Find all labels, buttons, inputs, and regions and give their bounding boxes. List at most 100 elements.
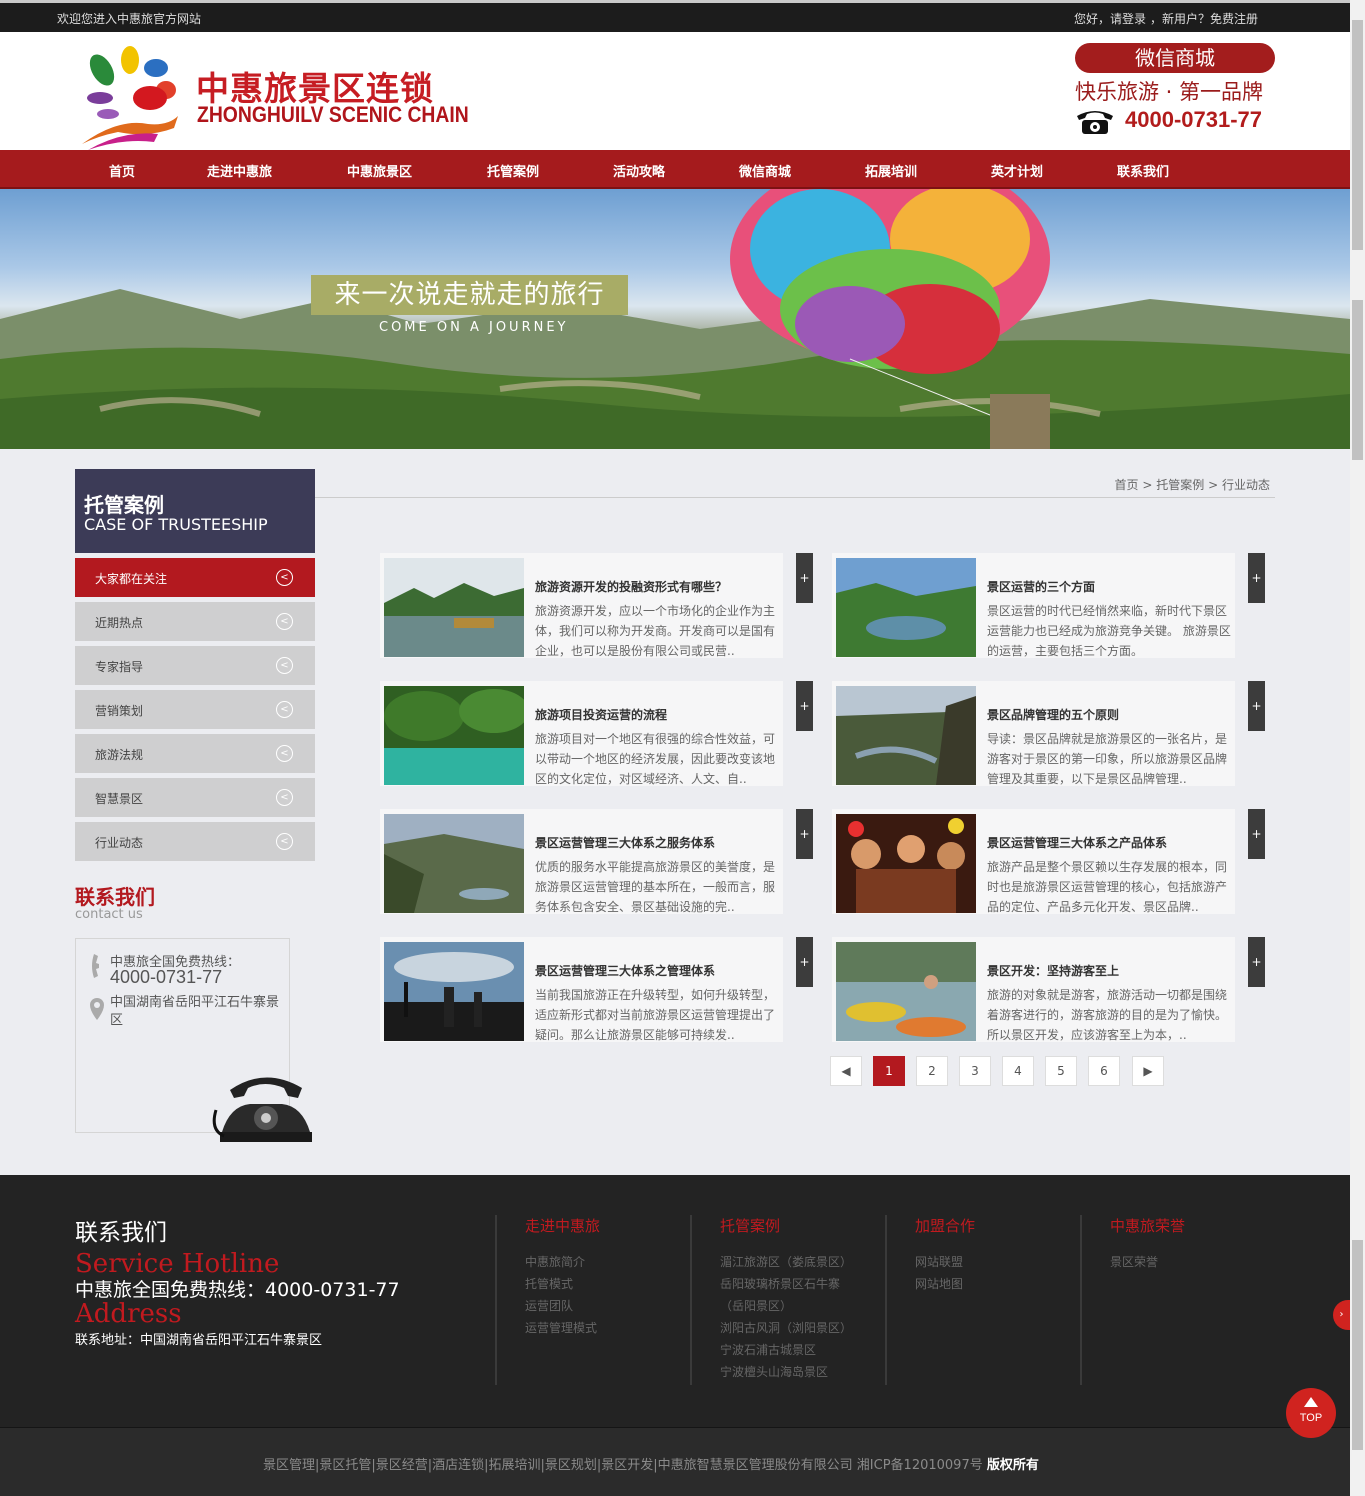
footer-address: 联系地址：中国湖南省岳阳平江石牛寨景区 — [75, 1333, 323, 1348]
breadcrumb-home[interactable]: 首页 — [1115, 478, 1139, 492]
scrollbar-thumb[interactable] — [1352, 20, 1363, 250]
sidebar-header: 托管案例 CASE OF TRUSTEESHIP — [75, 469, 315, 553]
footer-link[interactable]: 湄江旅游区（娄底景区） — [720, 1251, 852, 1273]
article-card[interactable]: 景区开发：坚持游客至上 旅游的对象就是游客，旅游活动一切都是围绕着游客进行的，游… — [832, 937, 1265, 1042]
page-4[interactable]: 4 — [1002, 1056, 1034, 1086]
footer-link[interactable]: 景区荣誉 — [1110, 1251, 1185, 1273]
footer-link[interactable]: 托管模式 — [525, 1273, 600, 1295]
footer-hotline: 中惠旅全国免费热线：4000-0731-77 — [75, 1279, 400, 1301]
slogan: 快乐旅游 · 第一品牌 — [1075, 80, 1264, 104]
article-card[interactable]: 景区运营管理三大体系之服务体系 优质的服务水平能提高旅游景区的美誉度，是旅游景区… — [380, 809, 813, 914]
sidebar-item-expert[interactable]: 专家指导 < — [75, 646, 315, 685]
footer-divider — [1080, 1215, 1082, 1385]
logo-icon[interactable] — [78, 46, 188, 156]
article-summary: 景区运营的时代已经悄然来临，新时代下景区运营能力也已经成为旅游竞争关键。 旅游景… — [987, 604, 1231, 658]
footer-link[interactable]: 宁波石浦古城景区 — [720, 1339, 852, 1361]
article-title[interactable]: 旅游项目投资运营的流程 — [535, 706, 667, 723]
footer-link[interactable]: 浏阳古风洞（浏阳景区） — [720, 1317, 852, 1339]
article-thumbnail — [836, 814, 976, 913]
article-card[interactable]: 景区运营的三个方面 景区运营的时代已经悄然来临，新时代下景区运营能力也已经成为旅… — [832, 553, 1265, 658]
article-thumbnail — [836, 558, 976, 657]
footer-col-cases: 托管案例 湄江旅游区（娄底景区） 岳阳玻璃桥景区石牛寨 （岳阳景区） 浏阳古风洞… — [720, 1215, 852, 1383]
rights-text: 版权所有 — [986, 1458, 1039, 1473]
footer-link[interactable]: 宁波檀头山海岛景区 — [720, 1361, 852, 1383]
nav-training[interactable]: 拓展培训 — [865, 161, 917, 180]
footer-link[interactable]: 岳阳玻璃桥景区石牛寨 — [720, 1273, 852, 1295]
article-title[interactable]: 景区运营管理三大体系之管理体系 — [535, 962, 715, 979]
nav-talent[interactable]: 英才计划 — [991, 161, 1043, 180]
next-page-button[interactable]: ▶ — [1132, 1056, 1164, 1086]
article-title[interactable]: 景区开发：坚持游客至上 — [987, 962, 1119, 979]
footer-link[interactable]: 运营管理模式 — [525, 1317, 600, 1339]
sidebar-item-industry[interactable]: 行业动态 < — [75, 822, 315, 861]
scrollbar[interactable] — [1350, 0, 1365, 1496]
expand-button[interactable]: + — [796, 681, 813, 731]
sidebar-item-attention[interactable]: 大家都在关注 < — [75, 558, 315, 597]
sidebar-item-smart[interactable]: 智慧景区 < — [75, 778, 315, 817]
breadcrumb-section[interactable]: 托管案例 — [1156, 478, 1204, 492]
footer-link[interactable]: 中惠旅简介 — [525, 1251, 600, 1273]
article-title[interactable]: 旅游资源开发的投融资形式有哪些？ — [535, 578, 727, 595]
sidebar-item-law[interactable]: 旅游法规 < — [75, 734, 315, 773]
footer-link[interactable]: 运营团队 — [525, 1295, 600, 1317]
breadcrumb-sep: > — [1142, 478, 1153, 492]
register-link[interactable]: 免费注册 — [1210, 12, 1258, 26]
sidebar-item-hot[interactable]: 近期热点 < — [75, 602, 315, 641]
nav-scenic[interactable]: 中惠旅景区 — [347, 161, 412, 180]
article-card[interactable]: 旅游资源开发的投融资形式有哪些？ 旅游资源开发，应以一个市场化的企业作为主体，我… — [380, 553, 813, 658]
arrow-icon: < — [276, 789, 293, 806]
page-6[interactable]: 6 — [1088, 1056, 1120, 1086]
footer-link[interactable]: 网站联盟 — [915, 1251, 975, 1273]
logo-subtitle: ZHONGHUILV SCENIC CHAIN — [197, 102, 469, 127]
expand-button[interactable]: + — [1248, 937, 1265, 987]
article-title[interactable]: 景区运营的三个方面 — [987, 578, 1095, 595]
telephone-icon — [1077, 111, 1113, 134]
page-1[interactable]: 1 — [873, 1056, 905, 1086]
expand-button[interactable]: + — [796, 809, 813, 859]
handset-icon — [92, 954, 99, 978]
article-card[interactable]: 景区品牌管理的五个原则 导读：景区品牌就是旅游景区的一张名片，是游客对于景区的第… — [832, 681, 1265, 786]
sidebar-item-label: 营销策划 — [95, 704, 144, 718]
article-card[interactable]: 景区运营管理三大体系之产品体系 旅游产品是整个景区赖以生存发展的根本，同时也是旅… — [832, 809, 1265, 914]
wechat-shop-button[interactable]: 微信商城 — [1075, 43, 1275, 73]
nav-wechat-shop[interactable]: 微信商城 — [739, 161, 791, 180]
nav-contact[interactable]: 联系我们 — [1117, 161, 1169, 180]
footer-col-heading[interactable]: 走进中惠旅 — [525, 1215, 600, 1236]
footer-link[interactable]: （岳阳景区） — [720, 1295, 852, 1317]
sidebar-item-marketing[interactable]: 营销策划 < — [75, 690, 315, 729]
breadcrumb-sep: > — [1208, 478, 1219, 492]
scrollbar-thumb[interactable] — [1352, 300, 1363, 460]
page-5[interactable]: 5 — [1045, 1056, 1077, 1086]
article-title[interactable]: 景区品牌管理的五个原则 — [987, 706, 1119, 723]
arrow-icon: < — [276, 701, 293, 718]
nav-activities[interactable]: 活动攻略 — [613, 161, 665, 180]
footer-divider — [885, 1215, 887, 1385]
article-card[interactable]: 景区运营管理三大体系之管理体系 当前我国旅游正在升级转型，如何升级转型，适应新形… — [380, 937, 813, 1042]
article-thumbnail — [384, 814, 524, 913]
article-title[interactable]: 景区运营管理三大体系之服务体系 — [535, 834, 715, 851]
expand-button[interactable]: + — [1248, 681, 1265, 731]
page-2[interactable]: 2 — [916, 1056, 948, 1086]
nav-home[interactable]: 首页 — [109, 161, 135, 180]
nav-cases[interactable]: 托管案例 — [487, 161, 539, 180]
sidebar-item-label: 行业动态 — [95, 836, 144, 850]
nav-about[interactable]: 走进中惠旅 — [207, 161, 272, 180]
article-thumbnail — [384, 686, 524, 785]
expand-button[interactable]: + — [796, 937, 813, 987]
expand-button[interactable]: + — [1248, 809, 1265, 859]
footer-col-heading[interactable]: 中惠旅荣誉 — [1110, 1215, 1185, 1236]
article-card[interactable]: 旅游项目投资运营的流程 旅游项目对一个地区有很强的综合性效益，可以带动一个地区的… — [380, 681, 813, 786]
prev-page-button[interactable]: ◀ — [830, 1056, 862, 1086]
login-link[interactable]: 您好，请登录 — [1074, 12, 1146, 26]
header: 中惠旅景区连锁 ZHONGHUILV SCENIC CHAIN 微信商城 快乐旅… — [0, 32, 1350, 150]
back-to-top-button[interactable]: TOP — [1286, 1388, 1336, 1438]
footer-link[interactable]: 网站地图 — [915, 1273, 975, 1295]
expand-button[interactable]: + — [1248, 553, 1265, 603]
footer-col-heading[interactable]: 托管案例 — [720, 1215, 852, 1236]
article-title[interactable]: 景区运营管理三大体系之产品体系 — [987, 834, 1167, 851]
expand-button[interactable]: + — [796, 553, 813, 603]
scrollbar-thumb[interactable] — [1352, 1240, 1363, 1450]
footer-col-heading[interactable]: 加盟合作 — [915, 1215, 975, 1236]
page-3[interactable]: 3 — [959, 1056, 991, 1086]
landscape-image — [0, 289, 1350, 449]
